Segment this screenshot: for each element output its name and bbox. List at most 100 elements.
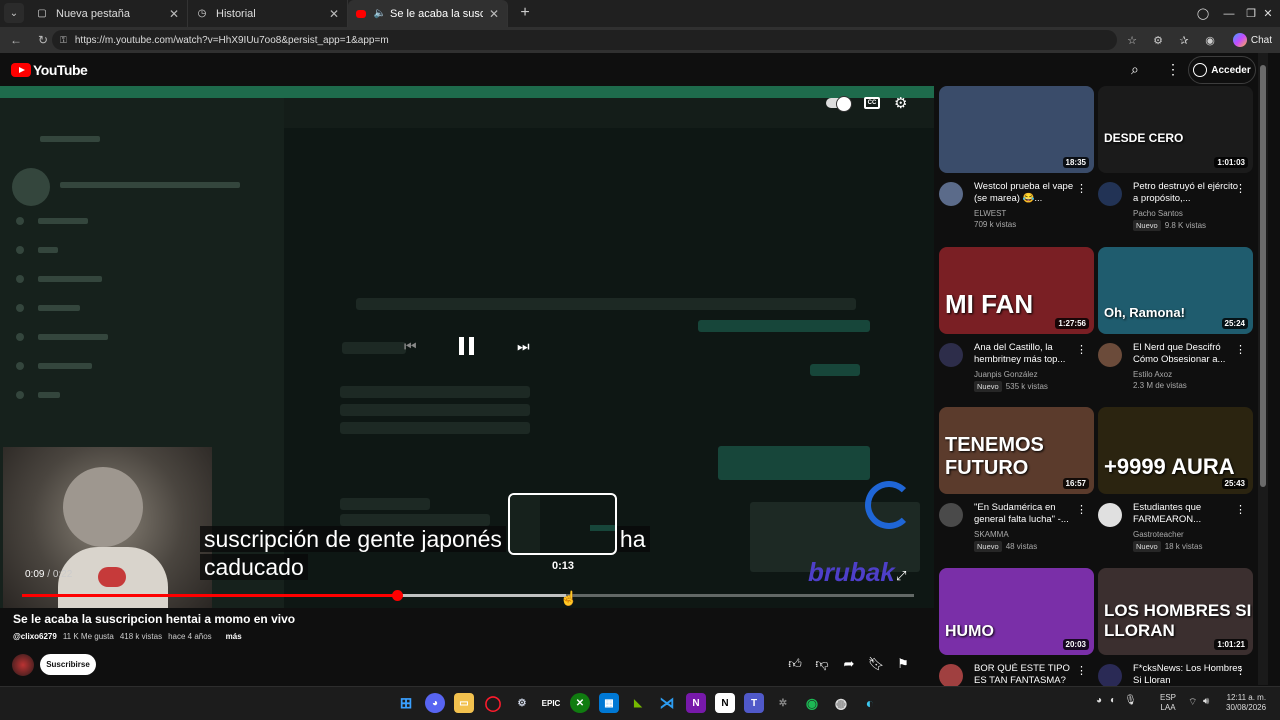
volume-icon[interactable]: 🔊︎ xyxy=(1203,696,1209,707)
video-thumbnail[interactable]: TENEMOS FUTURO 16:57 xyxy=(939,407,1094,494)
next-icon[interactable]: ⏭ xyxy=(517,338,530,355)
channel-avatar[interactable] xyxy=(1098,343,1122,367)
more-vert-icon[interactable]: ⋮ xyxy=(1076,182,1087,195)
steam-icon[interactable]: ⚙ xyxy=(512,693,532,713)
edge-icon[interactable]: ◐ xyxy=(860,693,880,713)
language-indicator[interactable]: ESP LAA xyxy=(1160,693,1176,713)
opera-icon[interactable]: ◯ xyxy=(483,693,503,713)
chat-button[interactable]: Chat xyxy=(1232,31,1272,49)
teams-icon[interactable]: T xyxy=(744,693,764,713)
more-link[interactable]: más xyxy=(226,632,242,641)
profile-icon[interactable]: ◉ xyxy=(1200,30,1220,50)
subscribe-button[interactable]: Suscribirse xyxy=(40,654,96,675)
tab-list-button[interactable]: ⌄ xyxy=(4,3,24,23)
save-bookmark-icon[interactable]: 🔖︎ xyxy=(868,656,885,672)
back-icon[interactable]: ← xyxy=(5,29,27,51)
progress-bar[interactable] xyxy=(22,590,914,601)
microphone-icon[interactable]: 🎙︎ xyxy=(1124,695,1137,706)
channel-avatar[interactable] xyxy=(12,654,34,676)
related-video-title[interactable]: Petro destruyó el ejército a propósito,.… xyxy=(1133,181,1243,205)
progress-knob[interactable] xyxy=(391,590,403,601)
onenote-icon[interactable]: N xyxy=(686,693,706,713)
system-clock[interactable]: 12:11 a. m. 30/08/2026 xyxy=(1226,693,1266,713)
video-thumbnail[interactable]: DESDE CERO 1:01:03 xyxy=(1098,86,1253,173)
tab-close-icon[interactable]: ✕ xyxy=(329,7,339,21)
fullscreen-icon[interactable]: ⤢ xyxy=(896,568,906,584)
related-video-card[interactable]: MI FAN 1:27:56 Ana del Castillo, la hembri… xyxy=(939,247,1095,397)
spotify-icon[interactable]: ◉ xyxy=(802,693,822,713)
related-video-title[interactable]: El Nerd que Descifró Cómo Obsesionar a..… xyxy=(1133,342,1243,366)
channel-handle[interactable]: @clixo6279 xyxy=(13,632,57,641)
refresh-icon[interactable]: ↻ xyxy=(32,29,54,51)
video-thumbnail[interactable]: +9999 AURA 25:43 xyxy=(1098,407,1253,494)
video-thumbnail[interactable]: LOS HOMBRES SI LLORAN 1:01:21 xyxy=(1098,568,1253,655)
more-vert-icon[interactable]: ⋮ xyxy=(1235,182,1246,195)
related-video-card[interactable]: TENEMOS FUTURO 16:57 "En Sudamérica en gen… xyxy=(939,407,1095,557)
file-explorer-icon[interactable]: ▭ xyxy=(454,693,474,713)
discord-tray-icon[interactable]: ◕ xyxy=(1096,695,1102,706)
speaker-icon[interactable]: 🔈 xyxy=(374,8,386,20)
settings-gear-icon[interactable]: ⚙ xyxy=(894,94,907,112)
tab-close-icon[interactable]: ✕ xyxy=(169,7,179,21)
star-icon[interactable]: ☆ xyxy=(1122,30,1142,50)
video-player[interactable]: brubak CC ⚙ ⏮ ⏭ suscripción de gente jap… xyxy=(0,86,934,608)
channel-avatar[interactable] xyxy=(939,503,963,527)
video-thumbnail[interactable]: HUMO 20:03 xyxy=(939,568,1094,655)
related-video-card[interactable]: +9999 AURA 25:43 Estudiantes que FARMEARON… xyxy=(1098,407,1254,557)
search-icon[interactable]: ⌕ xyxy=(1131,61,1139,78)
related-video-title[interactable]: Ana del Castillo, la hembritney más top.… xyxy=(974,342,1084,366)
video-thumbnail[interactable]: 18:35 xyxy=(939,86,1094,173)
video-thumbnail[interactable]: Oh, Ramona! 25:24 xyxy=(1098,247,1253,334)
tab-close-icon[interactable]: ✕ xyxy=(489,7,499,21)
more-vert-icon[interactable]: ⋮ xyxy=(1076,503,1087,516)
vscode-icon[interactable]: ⋊ xyxy=(657,693,677,713)
settings-app-icon[interactable]: ✲ xyxy=(773,693,793,713)
related-video-title[interactable]: F*cksNews: Los Hombres Si Lloran xyxy=(1133,663,1243,687)
channel-avatar[interactable] xyxy=(1098,664,1122,688)
more-vert-icon[interactable]: ⋮ xyxy=(1076,664,1087,677)
more-vert-icon[interactable]: ⋮ xyxy=(1235,503,1246,516)
wifi-icon[interactable]: ⌔ xyxy=(1188,696,1197,709)
related-video-title[interactable]: BOR QUÉ ESTE TIPO ES TAN FANTASMA? xyxy=(974,663,1084,687)
pause-icon[interactable] xyxy=(459,337,479,357)
edge-tray-icon[interactable]: ◐ xyxy=(1110,695,1116,706)
extensions-icon[interactable]: ⚙ xyxy=(1148,30,1168,50)
page-scrollbar[interactable] xyxy=(1258,53,1268,685)
start-windows-icon[interactable]: ⊞ xyxy=(396,693,416,713)
favorites-icon[interactable]: ✰ xyxy=(1174,30,1194,50)
scrollbar-thumb[interactable] xyxy=(1260,65,1266,487)
url-field[interactable]: ⚿ https://m.youtube.com/watch?v=HhX9IUu7… xyxy=(52,30,1117,50)
captions-icon[interactable]: CC xyxy=(864,97,880,109)
tab-video[interactable]: 🔈 Se le acaba la suscripcion hentai a mo… xyxy=(348,0,508,27)
nvidia-icon[interactable]: ◣ xyxy=(628,693,648,713)
autoplay-toggle[interactable] xyxy=(826,96,852,112)
xbox-icon[interactable]: ✕ xyxy=(570,693,590,713)
more-vert-icon[interactable]: ⋮ xyxy=(1166,61,1180,78)
epic-games-icon[interactable]: EPIC xyxy=(541,693,561,713)
notion-icon[interactable]: N xyxy=(715,693,735,713)
channel-avatar[interactable] xyxy=(939,664,963,688)
more-vert-icon[interactable]: ⋮ xyxy=(1235,343,1246,356)
youtube-logo[interactable]: YouTube xyxy=(11,62,88,78)
channel-avatar[interactable] xyxy=(939,182,963,206)
store-icon[interactable]: ▦ xyxy=(599,693,619,713)
signin-button[interactable]: Acceder xyxy=(1188,56,1256,84)
report-flag-icon[interactable]: ⚑ xyxy=(896,656,910,672)
obs-icon[interactable]: ◍ xyxy=(831,693,851,713)
related-video-title[interactable]: Westcol prueba el vape (se marea) 😂... xyxy=(974,181,1084,205)
related-video-title[interactable]: "En Sudamérica en general falta lucha" -… xyxy=(974,502,1084,526)
more-vert-icon[interactable]: ⋮ xyxy=(1076,343,1087,356)
related-video-title[interactable]: Estudiantes que FARMEARON... xyxy=(1133,502,1243,526)
share-icon[interactable]: ➦ xyxy=(842,656,856,672)
tab-history[interactable]: ◷ Historial ✕ xyxy=(188,0,348,27)
discord-icon[interactable]: ◕ xyxy=(425,693,445,713)
more-vert-icon[interactable]: ⋮ xyxy=(1235,664,1246,677)
channel-avatar[interactable] xyxy=(939,343,963,367)
related-video-card[interactable]: Oh, Ramona! 25:24 El Nerd que Descifró Cóm… xyxy=(1098,247,1254,397)
related-video-card[interactable]: DESDE CERO 1:01:03 Petro destruyó el ejérc… xyxy=(1098,86,1254,236)
video-thumbnail[interactable]: MI FAN 1:27:56 xyxy=(939,247,1094,334)
dislike-icon[interactable]: 👎︎ xyxy=(815,656,829,672)
channel-avatar[interactable] xyxy=(1098,182,1122,206)
previous-icon[interactable]: ⏮ xyxy=(404,338,417,355)
tab-new-tab[interactable]: ▢ Nueva pestaña ✕ xyxy=(28,0,188,27)
